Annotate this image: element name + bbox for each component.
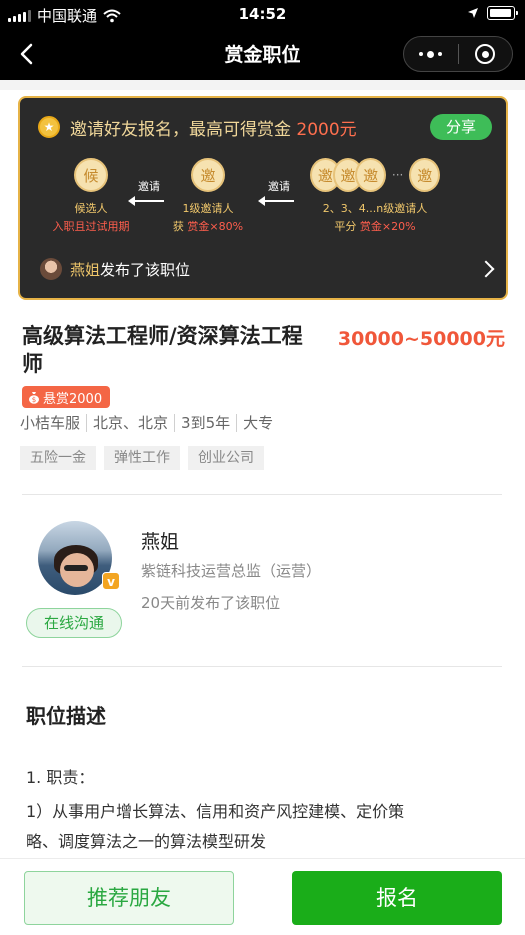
level1-reward-prefix: 获 xyxy=(172,220,184,233)
poster-avatar[interactable] xyxy=(38,521,112,595)
publisher-avatar xyxy=(40,258,62,280)
flow-arrow-1: 邀请 xyxy=(126,178,172,206)
bottom-action-bar: 推荐朋友 报名 xyxy=(0,858,525,935)
job-meta: 小桔车服 北京、北京 3到5年 大专 xyxy=(20,414,279,432)
poster-title: 紫链科技运营总监（运营） xyxy=(141,562,322,580)
publisher-suffix: 发布了该职位 xyxy=(100,260,191,279)
flow-node-level-n: 邀 邀 邀 ··· 邀 2、3、4...n级邀请人 平分 赏金×20% xyxy=(310,158,441,234)
verified-badge-icon: v xyxy=(102,572,120,590)
invite-title: 邀请好友报名，最高可得赏金 2000元 xyxy=(70,115,357,140)
share-button[interactable]: 分享 xyxy=(430,114,492,140)
job-description: 1. 职责： 1）从事用户增长算法、信用和资产风控建模、定价策 略、调度算法之一… xyxy=(26,763,496,857)
poster-name: 燕姐 xyxy=(141,531,180,553)
invite-amount: 2000元 xyxy=(296,120,357,140)
job-tag: 创业公司 xyxy=(188,446,264,470)
capsule-menu xyxy=(403,36,513,72)
apply-button[interactable]: 报名 xyxy=(292,871,502,925)
level-n-reward-value: 赏金×20% xyxy=(359,220,416,233)
flow-node-level1: 邀 1级邀请人 获 赏金×80% xyxy=(170,158,246,234)
battery-level xyxy=(490,9,512,17)
flow-node-candidate: 候 候选人 入职且过试用期 xyxy=(46,158,136,234)
nav-bar: 赏金职位 xyxy=(0,28,525,80)
desc-line: 1）从事用户增长算法、信用和资产风控建模、定价策 xyxy=(26,802,405,821)
divider xyxy=(22,494,502,495)
invite-title-text: 邀请好友报名，最高可得赏金 xyxy=(70,120,291,140)
recommend-friend-button[interactable]: 推荐朋友 xyxy=(24,871,234,925)
arrow-label: 邀请 xyxy=(268,180,290,193)
chevron-right-icon xyxy=(477,260,495,278)
coin-icon: ★ xyxy=(38,116,60,138)
money-bag-icon: $ xyxy=(29,391,39,404)
divider xyxy=(22,666,502,667)
arrow-label: 邀请 xyxy=(138,180,160,193)
job-location: 北京、北京 xyxy=(86,414,174,432)
level-n-circles: 邀 邀 邀 ··· 邀 xyxy=(310,158,441,192)
job-tags: 五险一金 弹性工作 创业公司 xyxy=(20,446,264,470)
level-n-circle: 邀 xyxy=(355,158,386,192)
flow-arrow-2: 邀请 xyxy=(256,178,302,206)
bounty-badge: $ 悬赏2000 xyxy=(22,386,111,408)
header-spacer xyxy=(0,80,525,90)
level-n-circle: 邀 xyxy=(409,158,441,192)
job-title: 高级算法工程师/资深算法工程师 xyxy=(22,324,303,376)
battery-icon xyxy=(487,6,518,20)
job-education: 大专 xyxy=(236,414,279,432)
publisher-text: 燕姐发布了该职位 xyxy=(70,259,190,280)
candidate-circle: 候 xyxy=(74,158,108,192)
job-experience: 3到5年 xyxy=(174,414,236,432)
job-salary: 30000~50000元 xyxy=(337,328,505,350)
candidate-label: 候选人 xyxy=(74,202,108,215)
close-target-icon[interactable] xyxy=(458,37,512,71)
status-bar: 中国联通 14:52 xyxy=(0,0,525,28)
publisher-name: 燕姐 xyxy=(70,260,101,279)
svg-text:$: $ xyxy=(32,396,36,404)
company-name: 小桔车服 xyxy=(20,414,81,432)
level1-reward: 获 赏金×80% xyxy=(170,218,246,234)
bounty-text: 悬赏2000 xyxy=(43,391,103,407)
post-time: 20天前发布了该职位 xyxy=(141,594,281,612)
publisher-link[interactable]: 燕姐发布了该职位 xyxy=(40,256,495,282)
job-tag: 弹性工作 xyxy=(104,446,180,470)
desc-line: 1. 职责： xyxy=(26,768,95,787)
candidate-condition: 入职且过试用期 xyxy=(52,220,130,233)
arrow-left-icon xyxy=(258,196,294,206)
level1-reward-value: 赏金×80% xyxy=(187,220,244,233)
more-dots-icon[interactable] xyxy=(404,37,458,71)
avatar-glasses xyxy=(64,565,88,571)
level-n-reward: 平分 赏金×20% xyxy=(310,218,440,234)
status-time: 14:52 xyxy=(238,5,287,23)
status-right xyxy=(467,6,518,20)
section-title: 职位描述 xyxy=(26,704,106,728)
level-n-reward-prefix: 平分 xyxy=(334,220,357,233)
invite-card: ★ 邀请好友报名，最高可得赏金 2000元 分享 候 候选人 入职且过试用期 邀… xyxy=(18,96,508,300)
online-chat-button[interactable]: 在线沟通 xyxy=(26,608,122,638)
level1-label: 1级邀请人 xyxy=(182,202,234,215)
arrow-left-icon xyxy=(128,196,164,206)
job-tag: 五险一金 xyxy=(20,446,96,470)
level-n-label: 2、3、4...n级邀请人 xyxy=(322,202,428,215)
level1-circle: 邀 xyxy=(191,158,225,192)
ellipsis-icon: ··· xyxy=(391,168,404,182)
desc-line: 略、调度算法之一的算法模型研发 xyxy=(26,832,267,851)
location-arrow-icon xyxy=(468,8,478,18)
